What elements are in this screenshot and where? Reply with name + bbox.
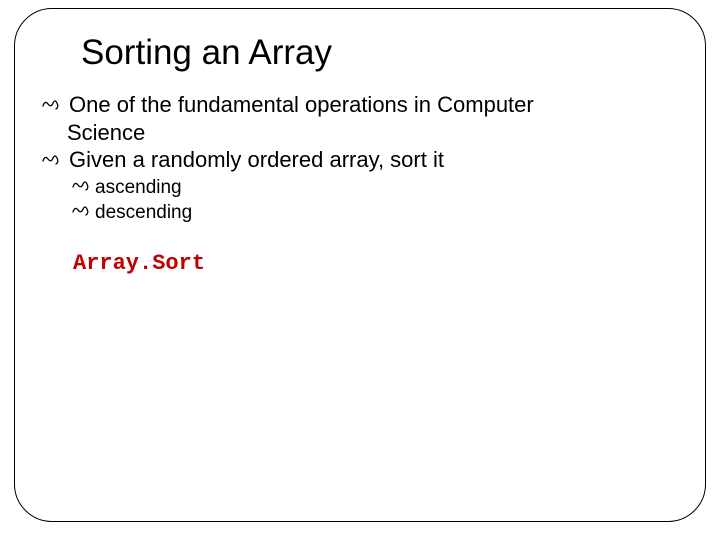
bullet-subitem: descending — [71, 201, 677, 225]
bullet-glyph-icon — [41, 146, 67, 174]
slide-title: Sorting an Array — [81, 33, 677, 73]
code-identifier: Array.Sort — [73, 251, 677, 276]
bullet-text: descending — [95, 201, 192, 225]
bullet-item: Given a randomly ordered array, sort it — [41, 146, 677, 174]
bullet-text: One of the fundamental operations in Com… — [69, 91, 534, 119]
bullet-glyph-icon — [71, 176, 93, 199]
bullet-text: Given a randomly ordered array, sort it — [69, 146, 444, 174]
bullet-text: ascending — [95, 176, 182, 200]
slide-frame: Sorting an Array One of the fundamental … — [14, 8, 706, 522]
bullet-item: One of the fundamental operations in Com… — [41, 91, 677, 119]
bullet-continuation: Science — [67, 119, 677, 147]
bullet-glyph-icon — [71, 201, 93, 224]
bullet-subitem: ascending — [71, 176, 677, 200]
bullet-glyph-icon — [41, 91, 67, 119]
